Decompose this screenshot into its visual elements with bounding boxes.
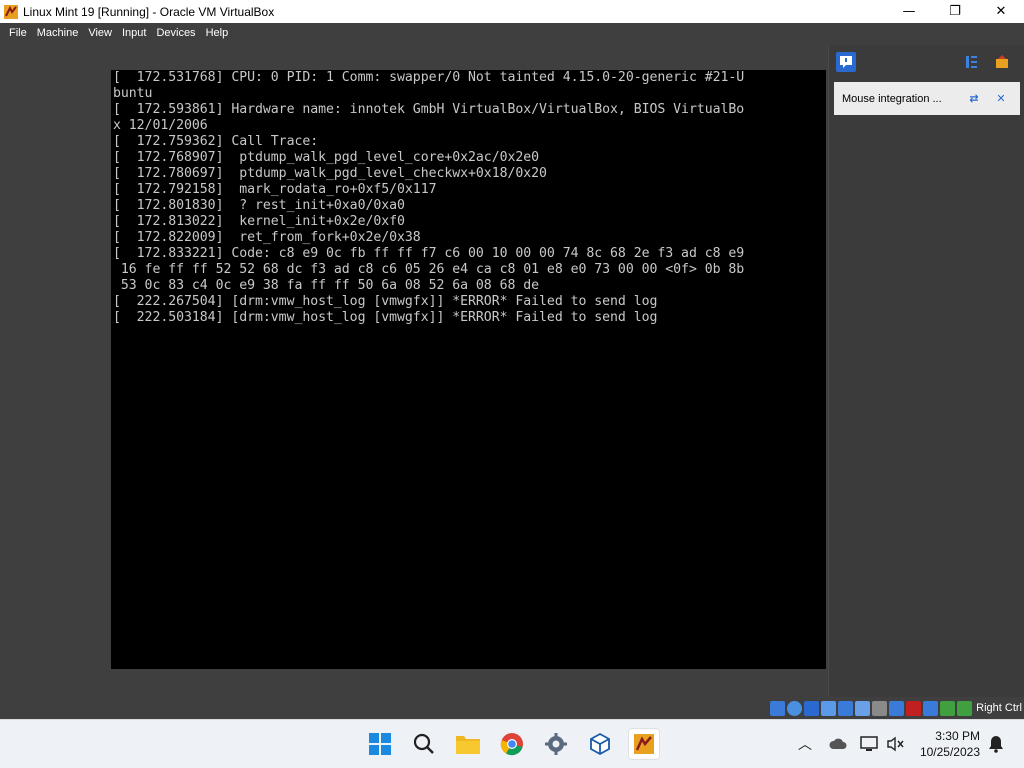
console-line: [ 222.267504] [drm:vmw_host_log [vmwgfx]…: [113, 294, 658, 309]
shared-folders-icon[interactable]: [855, 701, 870, 716]
window-title: Linux Mint 19 [Running] - Oracle VM Virt…: [23, 4, 275, 19]
console-line: [ 172.768907] ptdump_walk_pgd_level_core…: [113, 150, 540, 165]
menu-devices[interactable]: Devices: [151, 27, 200, 39]
monitor-icon[interactable]: [860, 735, 878, 753]
mouse-integration-icon[interactable]: [940, 701, 955, 716]
system-clock[interactable]: 3:30 PM 10/25/2023: [920, 728, 980, 760]
notification-item[interactable]: Mouse integration ... ⇄ ✕: [834, 82, 1020, 115]
notification-close-icon[interactable]: ✕: [994, 91, 1008, 105]
title-bar: Linux Mint 19 [Running] - Oracle VM Virt…: [0, 0, 1024, 23]
audio-icon[interactable]: [804, 701, 819, 716]
console-line: [ 172.822009] ret_from_fork+0x2e/0x38: [113, 230, 421, 245]
host-key-label: Right Ctrl: [976, 702, 1022, 714]
menu-help[interactable]: Help: [201, 27, 234, 39]
virtualbox-app-icon: [3, 4, 19, 20]
optical-drive-icon[interactable]: [787, 701, 802, 716]
console-line: [ 172.531768] CPU: 0 PID: 1 Comm: swappe…: [113, 70, 745, 85]
console-line: [ 172.813022] kernel_init+0x2e/0xf0: [113, 214, 405, 229]
virtualization-icon[interactable]: [923, 701, 938, 716]
windows-taskbar: ︿ 3:30 PM 10/25/2023: [0, 719, 1024, 768]
clock-time: 3:30 PM: [935, 729, 980, 743]
chrome-icon[interactable]: [496, 728, 528, 760]
close-button[interactable]: ✕: [978, 0, 1024, 23]
console-line: [ 172.593861] Hardware name: innotek Gmb…: [113, 102, 745, 117]
menu-view[interactable]: View: [83, 27, 117, 39]
usb-icon[interactable]: [838, 701, 853, 716]
menu-machine[interactable]: Machine: [32, 27, 84, 39]
console-line: 53 0c 83 c4 0c e9 38 fa ff ff 50 6a 08 5…: [113, 278, 540, 293]
notification-toolbar: [829, 45, 1024, 79]
notification-text: Mouse integration ...: [842, 92, 942, 105]
console-line: [ 222.503184] [drm:vmw_host_log [vmwgfx]…: [113, 310, 658, 325]
file-explorer-icon[interactable]: [452, 728, 484, 760]
video-capture-icon[interactable]: [889, 701, 904, 716]
keyboard-capture-icon[interactable]: [957, 701, 972, 716]
volume-muted-icon[interactable]: [886, 735, 904, 753]
console-line: [ 172.759362] Call Trace:: [113, 134, 319, 149]
settings-icon[interactable]: [540, 728, 572, 760]
vm-display-area: [ 172.531768] CPU: 0 PID: 1 Comm: swappe…: [0, 43, 1024, 699]
vm-status-bar: Right Ctrl: [0, 699, 1024, 719]
minimize-button[interactable]: —: [886, 0, 932, 23]
console-line: 16 fe ff ff 52 52 68 dc f3 ad c8 c6 05 2…: [113, 262, 745, 277]
notification-message-icon[interactable]: [836, 52, 856, 72]
recording-icon[interactable]: [906, 701, 921, 716]
console-line: [ 172.780697] ptdump_walk_pgd_level_chec…: [113, 166, 547, 181]
clear-notifications-icon[interactable]: [992, 52, 1012, 72]
menu-file[interactable]: File: [4, 27, 32, 39]
start-icon[interactable]: [364, 728, 396, 760]
vm-console-screen[interactable]: [ 172.531768] CPU: 0 PID: 1 Comm: swappe…: [111, 70, 826, 669]
sort-icon[interactable]: [962, 52, 982, 72]
console-line: [ 172.833221] Code: c8 e9 0c fb ff ff f7…: [113, 246, 745, 261]
notification-center-panel: Mouse integration ... ⇄ ✕: [828, 45, 1024, 697]
notifications-bell-icon[interactable]: [987, 735, 1005, 753]
notification-toggle-icon[interactable]: ⇄: [967, 91, 981, 105]
virtualbox-manager-icon[interactable]: [584, 728, 616, 760]
console-line: buntu: [113, 86, 153, 101]
menu-input[interactable]: Input: [117, 27, 151, 39]
search-icon[interactable]: [408, 728, 440, 760]
virtualbox-vm-window-icon[interactable]: [628, 728, 660, 760]
clock-date: 10/25/2023: [919, 745, 980, 759]
hard-disk-icon[interactable]: [770, 701, 785, 716]
menu-bar: File Machine View Input Devices Help: [0, 23, 1024, 43]
show-hidden-icons-chevron-icon[interactable]: ︿: [796, 735, 814, 753]
console-line: [ 172.801830] ? rest_init+0xa0/0xa0: [113, 198, 405, 213]
console-line: x 12/01/2006: [113, 118, 208, 133]
onedrive-icon[interactable]: [829, 735, 847, 753]
network-icon[interactable]: [821, 701, 836, 716]
display-icon[interactable]: [872, 701, 887, 716]
maximize-button[interactable]: ❐: [932, 0, 978, 23]
console-line: [ 172.792158] mark_rodata_ro+0xf5/0x117: [113, 182, 437, 197]
